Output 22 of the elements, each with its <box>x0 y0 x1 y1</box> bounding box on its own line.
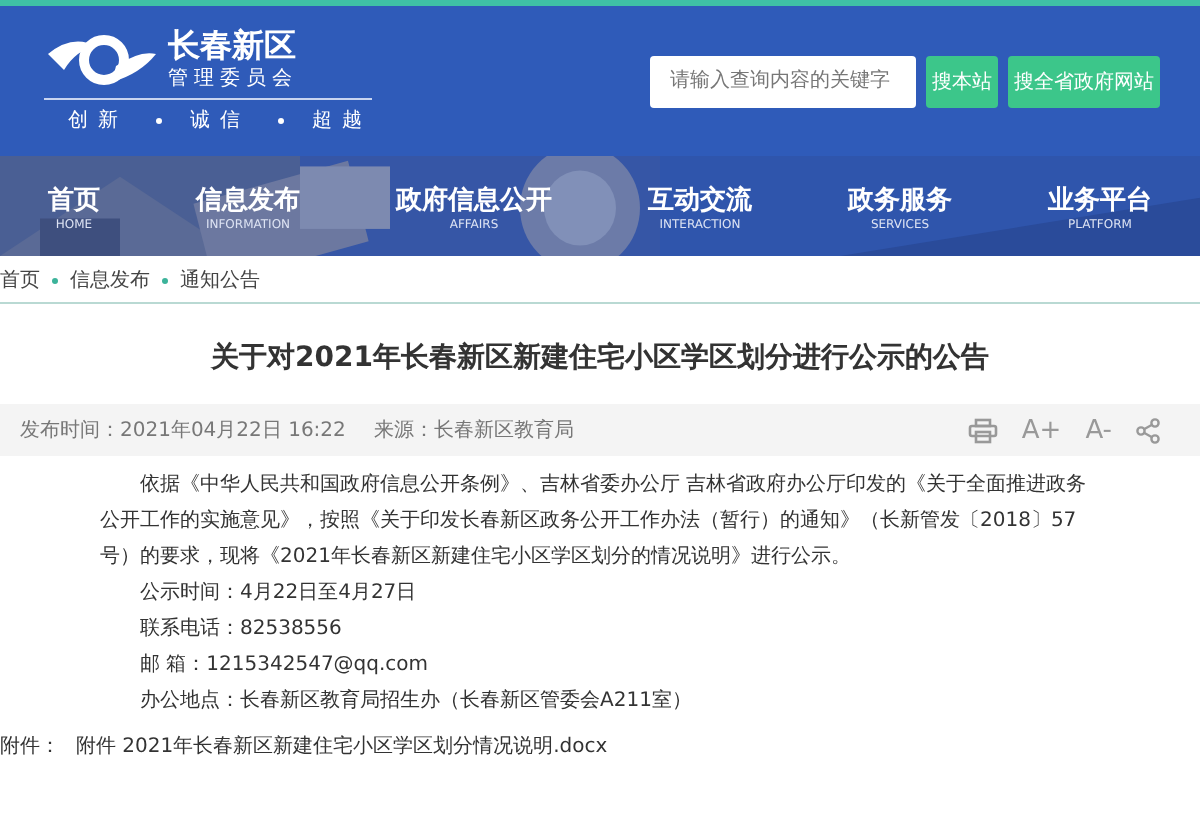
motto-word: 诚信 <box>190 107 250 134</box>
breadcrumb-link[interactable]: 信息发布 <box>70 266 150 294</box>
article-title: 关于对2021年长春新区新建住宅小区学区划分进行公示的公告 <box>208 340 991 376</box>
motto-word: 超越 <box>312 107 372 134</box>
search-field[interactable]: 请输入查询内容的关键字 <box>650 55 916 107</box>
logo-icon <box>44 30 160 90</box>
article-paragraph: 依据《中华人民共和国政府信息公开条例》、吉林省委办公厅 吉林省政府办公厅印发的《关于全面推进政务公开工作的实施意见》，按照《关于印发长春新区政务公开工作办法（暂行）的通知》（长新管发〔2018〕57号）的要求，现将《2021年长春新区新建住宅小区学区划分的情况说明》进行公示。 <box>100 471 1089 572</box>
logo-subtitle: 管理委员会 <box>168 65 298 92</box>
detail-line: 联系电话：82538556 <box>138 615 344 644</box>
detail-line: 邮 箱：1215342547@qq.com <box>138 651 431 680</box>
motto-word: 创新 <box>68 107 128 134</box>
breadcrumb-link[interactable]: 通知公告 <box>180 266 260 294</box>
print-icon[interactable] <box>967 417 998 443</box>
share-icon[interactable] <box>1136 417 1160 443</box>
publish-time: 发布时间：2021年04月22日 16:22 <box>20 417 346 444</box>
detail-line: 公示时间：4月22日至4月27日 <box>138 579 419 608</box>
logo-title: 长春新区 <box>168 28 298 64</box>
attachment-link[interactable]: 附件 2021年长春新区新建住宅小区学区划分情况说明.docx <box>76 732 608 760</box>
breadcrumb-link[interactable]: 首页 <box>0 266 40 294</box>
attachment-label: 附件： <box>0 734 60 760</box>
source-text: 来源：长春新区教育局 <box>373 417 574 444</box>
detail-line: 办公地点：长春新区教育局招生办（长春新区管委会A211室） <box>138 687 694 716</box>
